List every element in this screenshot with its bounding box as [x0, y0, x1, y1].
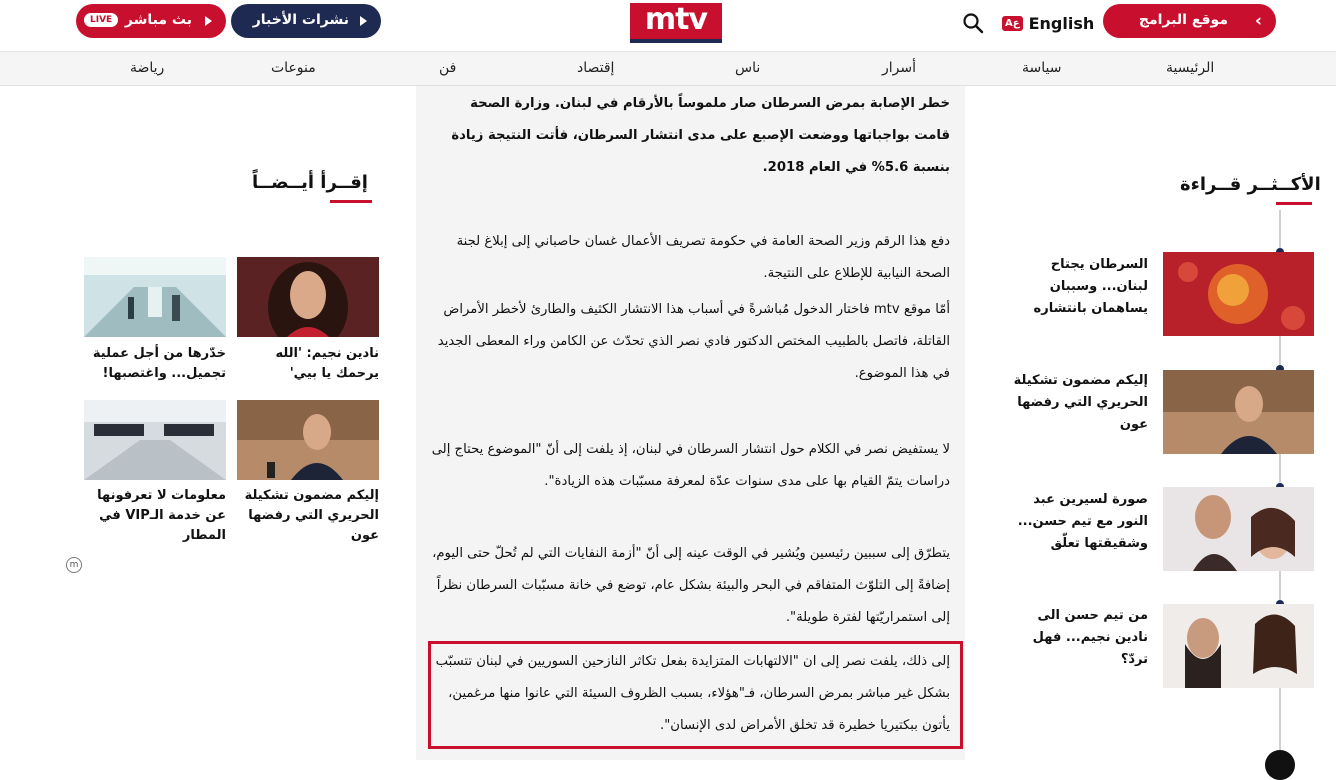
nav-item-sports[interactable]: رياضة [130, 60, 164, 76]
hospital-image [84, 257, 226, 337]
language-switch[interactable]: Aع English [1002, 14, 1094, 33]
celebrities-image [1163, 604, 1314, 688]
nav-item-home[interactable]: الرئيسية [1166, 60, 1214, 76]
main-nav: الرئيسية سياسة أسرار ناس إقتصاد فن منوعا… [0, 52, 1336, 86]
play-icon [205, 16, 212, 26]
article-paragraph: دفع هذا الرقم وزير الصحة العامة في حكومة… [456, 234, 950, 281]
card-image[interactable] [84, 400, 226, 480]
article-body: خطر الإصابة بمرض السرطان صار ملموساً بال… [416, 86, 965, 760]
card-title[interactable]: إليكم مضمون تشكيلة الحريري التي رفضها عو… [237, 486, 379, 546]
airport-image [84, 400, 226, 480]
most-read-title-item[interactable]: من تيم حسن الى نادين نجيم... فهل تردّ؟ [1008, 605, 1148, 671]
live-button[interactable]: LIVE بث مباشر [76, 4, 226, 38]
play-icon [360, 16, 367, 26]
nav-item-politics[interactable]: سياسة [1022, 60, 1061, 76]
site-header: LIVE بث مباشر نشرات الأخبار mtv Aع Engli… [0, 0, 1336, 52]
cancer-cell-image [1163, 252, 1314, 336]
most-read-title-item[interactable]: السرطان يجتاح لبنان... وسببان يساهمان با… [1008, 254, 1148, 320]
chevron-left-icon: ‹ [1255, 11, 1263, 31]
more-icon[interactable]: m [66, 557, 82, 573]
article-paragraph: يتطرّق إلى سببين رئيسين ويُشير في الوقت … [432, 546, 950, 625]
nav-item-misc[interactable]: منوعات [271, 60, 316, 76]
most-read-image[interactable] [1163, 487, 1314, 571]
most-read-title-item[interactable]: صورة لسيرين عبد النور مع تيم حسن... وشقي… [1008, 489, 1148, 555]
couple-photo-image [1163, 487, 1314, 571]
nav-item-people[interactable]: ناس [735, 60, 760, 76]
highlight-box [428, 641, 963, 749]
news-label: نشرات الأخبار [252, 12, 349, 28]
timeline-end [1265, 750, 1295, 780]
programs-label: موقع البرامج [1138, 12, 1228, 28]
most-read-image[interactable] [1163, 604, 1314, 688]
nav-item-economy[interactable]: إقتصاد [577, 60, 614, 76]
card-title[interactable]: نادين نجيم: 'الله يرحمك يا بيي' [237, 344, 379, 384]
card-image[interactable] [84, 257, 226, 337]
portrait-image [237, 257, 379, 337]
article-paragraph: لا يستفيض نصر في الكلام حول انتشار السرط… [431, 442, 950, 489]
card-title[interactable]: خدّرها من أجل عملية تجميل... واغتصبها! [84, 344, 226, 384]
nav-item-secrets[interactable]: أسرار [882, 60, 916, 76]
most-read-title-item[interactable]: إليكم مضمون تشكيلة الحريري التي رفضها عو… [1008, 370, 1148, 436]
live-badge: LIVE [84, 13, 119, 27]
lang-label: English [1028, 14, 1095, 33]
search-icon[interactable] [962, 12, 984, 34]
programs-site-button[interactable]: ‹ موقع البرامج [1103, 4, 1276, 38]
logo-bar [630, 39, 722, 43]
politician-image [1163, 370, 1314, 454]
card-image[interactable] [237, 257, 379, 337]
article-paragraph: أمّا موقع mtv فاختار الدخول مُباشرةً في … [437, 302, 950, 381]
read-also-underline [330, 200, 372, 203]
article-paragraph: خطر الإصابة بمرض السرطان صار ملموساً بال… [451, 96, 950, 175]
live-label: بث مباشر [124, 12, 192, 28]
mtv-logo[interactable]: mtv [630, 2, 722, 43]
nav-item-art[interactable]: فن [439, 60, 456, 76]
most-read-image[interactable] [1163, 252, 1314, 336]
card-image[interactable] [237, 400, 379, 480]
logo-text: mtv [644, 2, 708, 37]
news-bulletins-button[interactable]: نشرات الأخبار [231, 4, 381, 38]
most-read-image[interactable] [1163, 370, 1314, 454]
read-also-title: إقــرأ أيــضــاً [252, 172, 368, 193]
most-read-title: الأكــثــر قــراءة [1180, 174, 1321, 195]
most-read-underline [1276, 202, 1312, 205]
politician-image [237, 400, 379, 480]
card-title[interactable]: معلومات لا تعرفونها عن خدمة الـVIP في ال… [84, 486, 226, 546]
lang-icon: Aع [1002, 16, 1023, 31]
